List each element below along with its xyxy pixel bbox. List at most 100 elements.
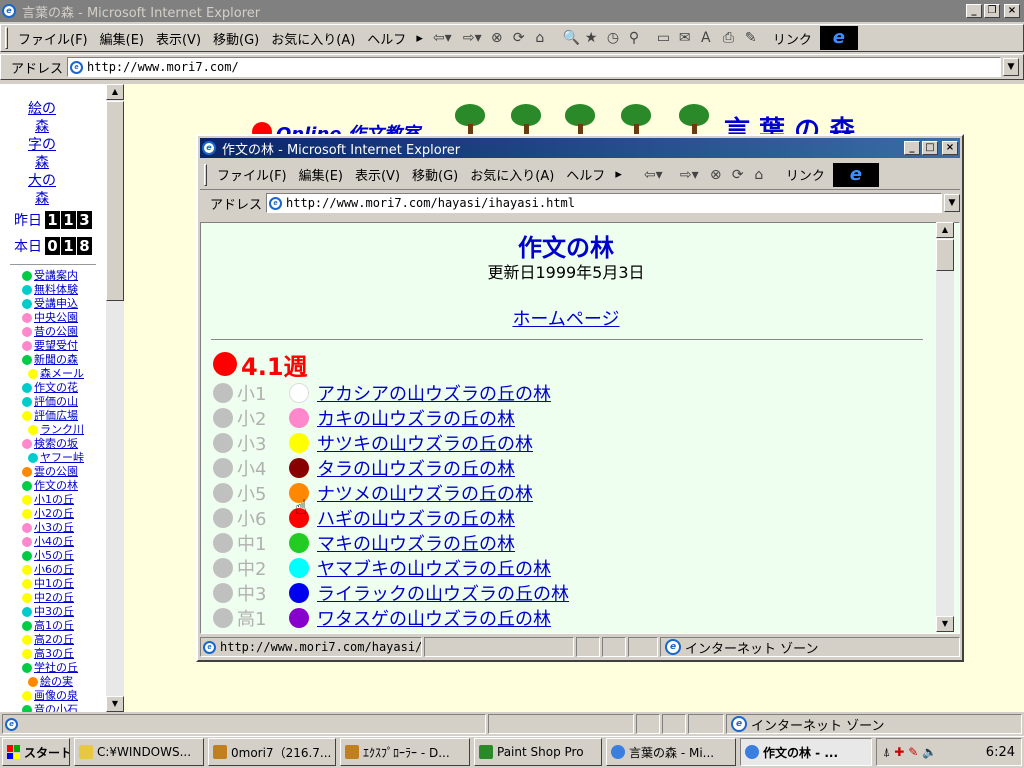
chevron-right-icon[interactable]: ▸ (611, 167, 626, 182)
fullscreen-icon[interactable]: ▭ (651, 27, 673, 49)
nav-item[interactable]: 受講申込 (22, 297, 106, 311)
nav-item[interactable]: 森メール (28, 367, 106, 381)
history-icon[interactable]: ◷ (601, 27, 623, 49)
nav-item[interactable]: 受講案内 (22, 269, 106, 283)
scroll-down-button[interactable]: ▼ (106, 696, 124, 712)
menu-edit[interactable]: 編集(E) (94, 29, 150, 48)
search-icon[interactable]: 🔍 (557, 27, 580, 49)
nav-item[interactable]: 新聞の森 (22, 353, 106, 367)
home-icon[interactable]: ⌂ (529, 27, 551, 49)
front-window-titlebar[interactable]: e 作文の林 - Microsoft Internet Explorer _ □… (200, 138, 960, 158)
tray-network-icon[interactable]: ⍋ (883, 745, 890, 760)
course-link[interactable]: カキの山ウズラの丘の林 (289, 405, 515, 431)
close-button[interactable]: × (1004, 4, 1020, 18)
nav-item[interactable]: 検索の坂 (22, 437, 106, 451)
restore-button[interactable]: ❐ (984, 4, 1000, 18)
course-link[interactable]: ワタスゲの山ウズラの丘の林 (289, 605, 551, 631)
course-link[interactable]: マキの山ウズラの丘の林 (289, 530, 515, 556)
links-label[interactable]: リンク (780, 165, 831, 184)
nav-item[interactable]: 要望受付 (22, 339, 106, 353)
left-frame-scrollbar[interactable]: ▲ ▼ (106, 84, 124, 712)
speaker-icon[interactable]: 🔈 (922, 745, 937, 759)
nav-item[interactable]: 小5の丘 (22, 549, 106, 563)
nav-item[interactable]: 中1の丘 (22, 577, 106, 591)
scroll-up-button[interactable]: ▲ (936, 222, 954, 238)
menu-go[interactable]: 移動(G) (406, 165, 464, 184)
course-link[interactable]: アカシアの山ウズラの丘の林 (289, 380, 551, 406)
link-ji-no-mori[interactable]: 字の森 (24, 136, 60, 172)
nav-item[interactable]: 評価の山 (22, 395, 106, 409)
taskbar-item[interactable]: 言葉の森 - Mi... (606, 738, 736, 766)
nav-item[interactable]: 小1の丘 (22, 493, 106, 507)
minimize-button[interactable]: _ (966, 4, 982, 18)
menu-go[interactable]: 移動(G) (207, 29, 265, 48)
nav-item[interactable]: 小3の丘 (22, 521, 106, 535)
menu-file[interactable]: ファイル(F) (211, 165, 293, 184)
mail-icon[interactable]: ✉ (673, 27, 695, 49)
homepage-link[interactable]: ホームページ (512, 309, 619, 330)
font-icon[interactable]: A (695, 27, 717, 49)
course-link[interactable]: サツキの山ウズラの丘の林 (289, 430, 533, 456)
nav-item[interactable]: ヤフー峠 (28, 451, 106, 465)
back-window-titlebar[interactable]: e 言葉の森 - Microsoft Internet Explorer _ ❐… (0, 0, 1024, 22)
nav-item[interactable]: 作文の林 (22, 479, 106, 493)
forward-icon[interactable]: ⇨▾ (457, 27, 482, 49)
menu-help[interactable]: ヘルフ (361, 29, 412, 48)
close-button[interactable]: × (942, 141, 958, 155)
maximize-button[interactable]: □ (922, 141, 938, 155)
scroll-thumb[interactable] (106, 101, 124, 301)
nav-item[interactable]: 高3の丘 (22, 647, 106, 661)
stop-icon[interactable]: ⊗ (704, 164, 726, 186)
nav-item[interactable]: 中央公園 (22, 311, 106, 325)
menu-edit[interactable]: 編集(E) (293, 165, 349, 184)
refresh-icon[interactable]: ⟳ (507, 27, 529, 49)
taskbar-item[interactable]: ｴｸｽﾌﾟﾛｰﾗｰ - D... (340, 738, 470, 766)
back-icon[interactable]: ⇦▾ (638, 164, 663, 186)
refresh-icon[interactable]: ⟳ (726, 164, 748, 186)
stop-icon[interactable]: ⊗ (485, 27, 507, 49)
tray-antivirus-icon[interactable]: ✚ (894, 745, 904, 759)
back-icon[interactable]: ⇦▾ (427, 27, 452, 49)
address-input[interactable]: e http://www.mori7.com/hayasi/ihayasi.ht… (266, 193, 942, 213)
tray-pen-icon[interactable]: ✎ (908, 745, 918, 759)
menu-help[interactable]: ヘルフ (560, 165, 611, 184)
nav-item[interactable]: 中3の丘 (22, 605, 106, 619)
print-icon[interactable]: ⎙ (717, 27, 739, 49)
nav-item[interactable]: 高2の丘 (22, 633, 106, 647)
course-link[interactable]: ハギの山ウズラの丘の林 (289, 505, 515, 531)
home-icon[interactable]: ⌂ (748, 164, 770, 186)
nav-item[interactable]: 雲の公園 (22, 465, 106, 479)
chevron-right-icon[interactable]: ▸ (412, 31, 427, 46)
links-label[interactable]: リンク (767, 29, 818, 48)
favorites-icon[interactable]: ★ (579, 27, 601, 49)
scroll-thumb[interactable] (936, 239, 954, 271)
start-button[interactable]: スタート (2, 738, 70, 766)
nav-item[interactable]: 中2の丘 (22, 591, 106, 605)
forward-icon[interactable]: ⇨▾ (674, 164, 699, 186)
nav-item[interactable]: ランク川 (28, 423, 106, 437)
nav-item[interactable]: 絵の実 (28, 675, 106, 689)
nav-item[interactable]: 作文の花 (22, 381, 106, 395)
nav-item[interactable]: 小6の丘 (22, 563, 106, 577)
edit-icon[interactable]: ✎ (739, 27, 761, 49)
nav-item[interactable]: 学社の丘 (22, 661, 106, 675)
taskbar-item[interactable]: Paint Shop Pro (474, 738, 602, 766)
menu-view[interactable]: 表示(V) (150, 29, 207, 48)
clock[interactable]: 6:24 (986, 745, 1015, 760)
link-dai-no-mori[interactable]: 大の森 (24, 172, 60, 208)
nav-item[interactable]: 小2の丘 (22, 507, 106, 521)
menu-favorites[interactable]: お気に入り(A) (265, 29, 361, 48)
menu-favorites[interactable]: お気に入り(A) (464, 165, 560, 184)
nav-item[interactable]: 評価広場 (22, 409, 106, 423)
nav-item[interactable]: 昔の公園 (22, 325, 106, 339)
course-link[interactable]: タラの山ウズラの丘の林 (289, 455, 515, 481)
address-dropdown-button[interactable]: ▼ (944, 194, 960, 212)
channels-icon[interactable]: ⚲ (623, 27, 645, 49)
nav-item[interactable]: 高1の丘 (22, 619, 106, 633)
link-e-no-mori[interactable]: 絵の森 (24, 100, 60, 136)
course-link[interactable]: ナツメの山ウズラの丘の林 (289, 480, 533, 506)
menu-file[interactable]: ファイル(F) (12, 29, 94, 48)
course-link[interactable]: ライラックの山ウズラの丘の林 (289, 580, 569, 606)
menu-view[interactable]: 表示(V) (349, 165, 406, 184)
taskbar-item[interactable]: 作文の林 - ... (740, 738, 872, 766)
